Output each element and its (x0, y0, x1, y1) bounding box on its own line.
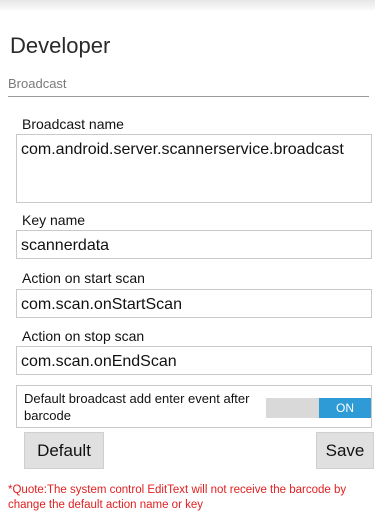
key-name-field[interactable]: scannerdata (16, 230, 372, 259)
broadcast-name-field[interactable]: com.android.server.scannerservice.broadc… (16, 134, 372, 203)
broadcast-name-label: Broadcast name (22, 116, 124, 132)
default-button[interactable]: Default (24, 432, 104, 469)
save-button[interactable]: Save (316, 432, 374, 469)
enter-event-toggle[interactable]: ON (266, 398, 371, 418)
toggle-on-indicator: ON (319, 398, 371, 418)
action-start-field[interactable]: com.scan.onStartScan (16, 289, 372, 318)
action-start-label: Action on start scan (22, 270, 145, 286)
key-name-label: Key name (22, 212, 86, 228)
quote-note: *Quote:The system control EditText will … (8, 484, 347, 511)
action-stop-field[interactable]: com.scan.onEndScan (16, 346, 372, 375)
page-title: Developer (10, 33, 111, 58)
status-bar-shadow (0, 0, 375, 10)
enter-event-row: Default broadcast add enter event after … (16, 385, 372, 428)
section-divider (8, 96, 369, 97)
section-header: Broadcast (8, 76, 67, 91)
action-stop-label: Action on stop scan (22, 328, 145, 344)
enter-event-label: Default broadcast add enter event after … (24, 391, 250, 423)
